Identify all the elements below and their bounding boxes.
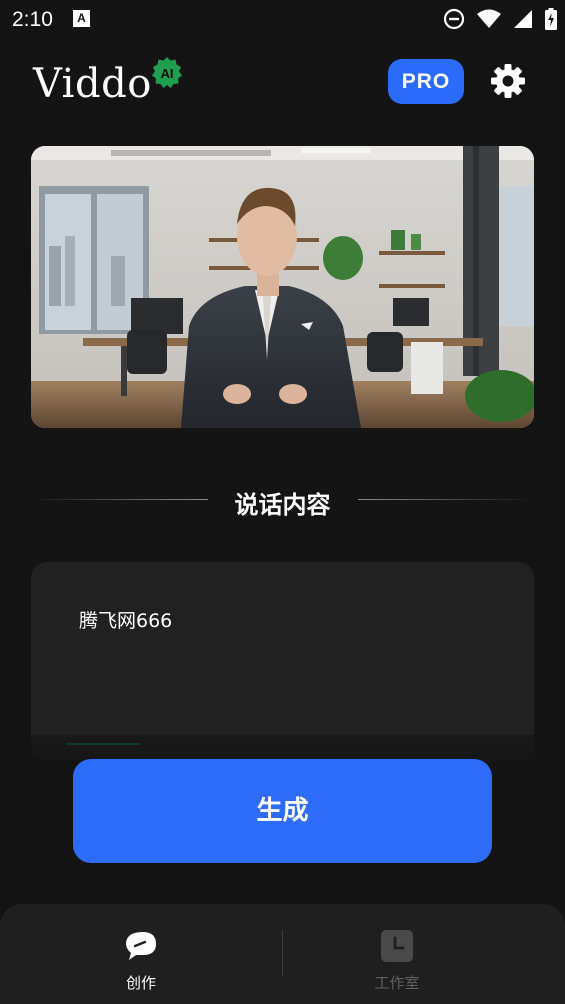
nav-label-create: 创作 xyxy=(125,974,156,992)
do-not-disturb-icon xyxy=(443,8,465,30)
nav-item-studio[interactable]: 工作室 xyxy=(283,904,565,1004)
settings-gear-icon[interactable] xyxy=(489,62,527,100)
battery-icon xyxy=(545,8,557,30)
bottom-navigation: 创作 工作室 xyxy=(0,904,565,1004)
status-time: 2:10 xyxy=(12,8,53,31)
notification-a-icon: A xyxy=(73,10,90,27)
generate-button[interactable]: 生成 xyxy=(73,759,492,863)
speech-content-input[interactable]: 腾飞网666 xyxy=(31,562,534,762)
status-bar: 2:10 A xyxy=(0,0,565,40)
nav-item-create[interactable]: 创作 xyxy=(0,904,282,1004)
nav-label-studio: 工作室 xyxy=(374,974,420,992)
create-icon xyxy=(126,932,156,960)
app-logo: Viddo xyxy=(33,61,152,107)
ai-badge-label: AI xyxy=(161,66,174,81)
hidden-tab-indicator xyxy=(66,743,140,745)
cellular-signal-icon xyxy=(514,10,532,28)
pro-upgrade-button[interactable]: PRO xyxy=(388,59,464,104)
avatar-preview-image[interactable] xyxy=(31,146,534,428)
divider-right xyxy=(358,499,534,500)
section-header: 说话内容 xyxy=(0,482,565,519)
office-presenter-illustration xyxy=(31,146,534,428)
ai-badge-icon: AI xyxy=(152,57,182,88)
studio-clock-icon xyxy=(381,930,413,962)
app-header: Viddo AI PRO xyxy=(0,52,565,122)
wifi-icon xyxy=(477,9,501,28)
status-icons xyxy=(443,8,557,30)
section-title: 说话内容 xyxy=(234,491,331,519)
speech-content-text: 腾飞网666 xyxy=(79,610,173,632)
